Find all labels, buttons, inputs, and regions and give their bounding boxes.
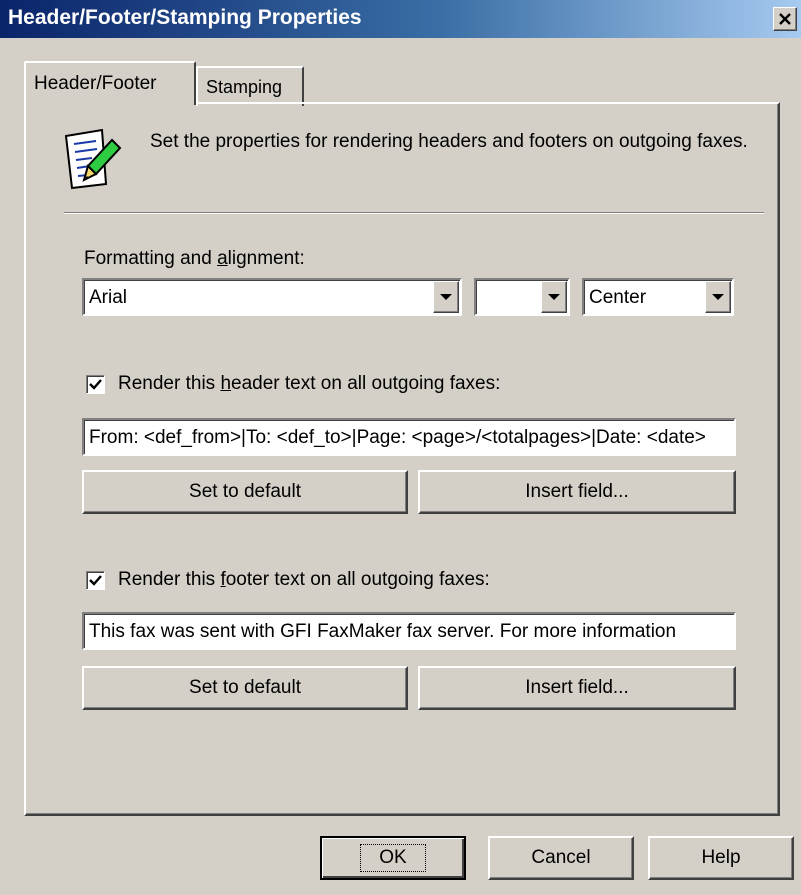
footer-checkbox-label[interactable]: Render this footer text on all outgoing … [118, 569, 490, 591]
header-checkbox-label[interactable]: Render this header text on all outgoing … [118, 373, 500, 395]
font-combo[interactable]: Arial [82, 278, 462, 316]
size-combo[interactable] [474, 278, 570, 316]
tab-stamping[interactable]: Stamping [196, 66, 304, 106]
chevron-down-icon [712, 294, 724, 300]
close-button[interactable] [773, 7, 797, 31]
alignment-value: Center [589, 287, 647, 308]
alignment-dropdown-button[interactable] [705, 281, 731, 313]
tab-header-footer[interactable]: Header/Footer [24, 61, 196, 105]
font-dropdown-button[interactable] [433, 281, 459, 313]
formatting-label: Formatting and alignment: [84, 248, 305, 269]
footer-insert-field-button[interactable]: Insert field... [418, 666, 736, 710]
size-dropdown-button[interactable] [541, 281, 567, 313]
header-text-input[interactable]: From: <def_from>|To: <def_to>|Page: <pag… [82, 418, 736, 456]
description-text: Set the properties for rendering headers… [150, 131, 748, 152]
properties-dialog: Header/Footer/Stamping Properties Header… [0, 0, 801, 895]
footer-text-input[interactable]: This fax was sent with GFI FaxMaker fax … [82, 612, 736, 650]
header-checkbox[interactable] [86, 375, 105, 394]
footer-checkbox[interactable] [86, 571, 105, 590]
window-title: Header/Footer/Stamping Properties [8, 6, 362, 29]
footer-set-default-button[interactable]: Set to default [82, 666, 408, 710]
help-button[interactable]: Help [648, 836, 794, 880]
checkmark-icon [89, 379, 102, 390]
close-icon [779, 13, 791, 25]
font-value: Arial [89, 287, 128, 308]
checkmark-icon [89, 575, 102, 586]
ok-button-label: OK [360, 844, 426, 872]
separator [64, 212, 764, 214]
chevron-down-icon [440, 294, 452, 300]
cancel-button[interactable]: Cancel [488, 836, 634, 880]
title-bar[interactable]: Header/Footer/Stamping Properties [0, 0, 801, 38]
document-pen-icon [64, 128, 122, 190]
chevron-down-icon [548, 294, 560, 300]
ok-button[interactable]: OK [320, 836, 466, 880]
header-insert-field-button[interactable]: Insert field... [418, 470, 736, 514]
header-set-default-button[interactable]: Set to default [82, 470, 408, 514]
alignment-combo[interactable]: Center [582, 278, 734, 316]
